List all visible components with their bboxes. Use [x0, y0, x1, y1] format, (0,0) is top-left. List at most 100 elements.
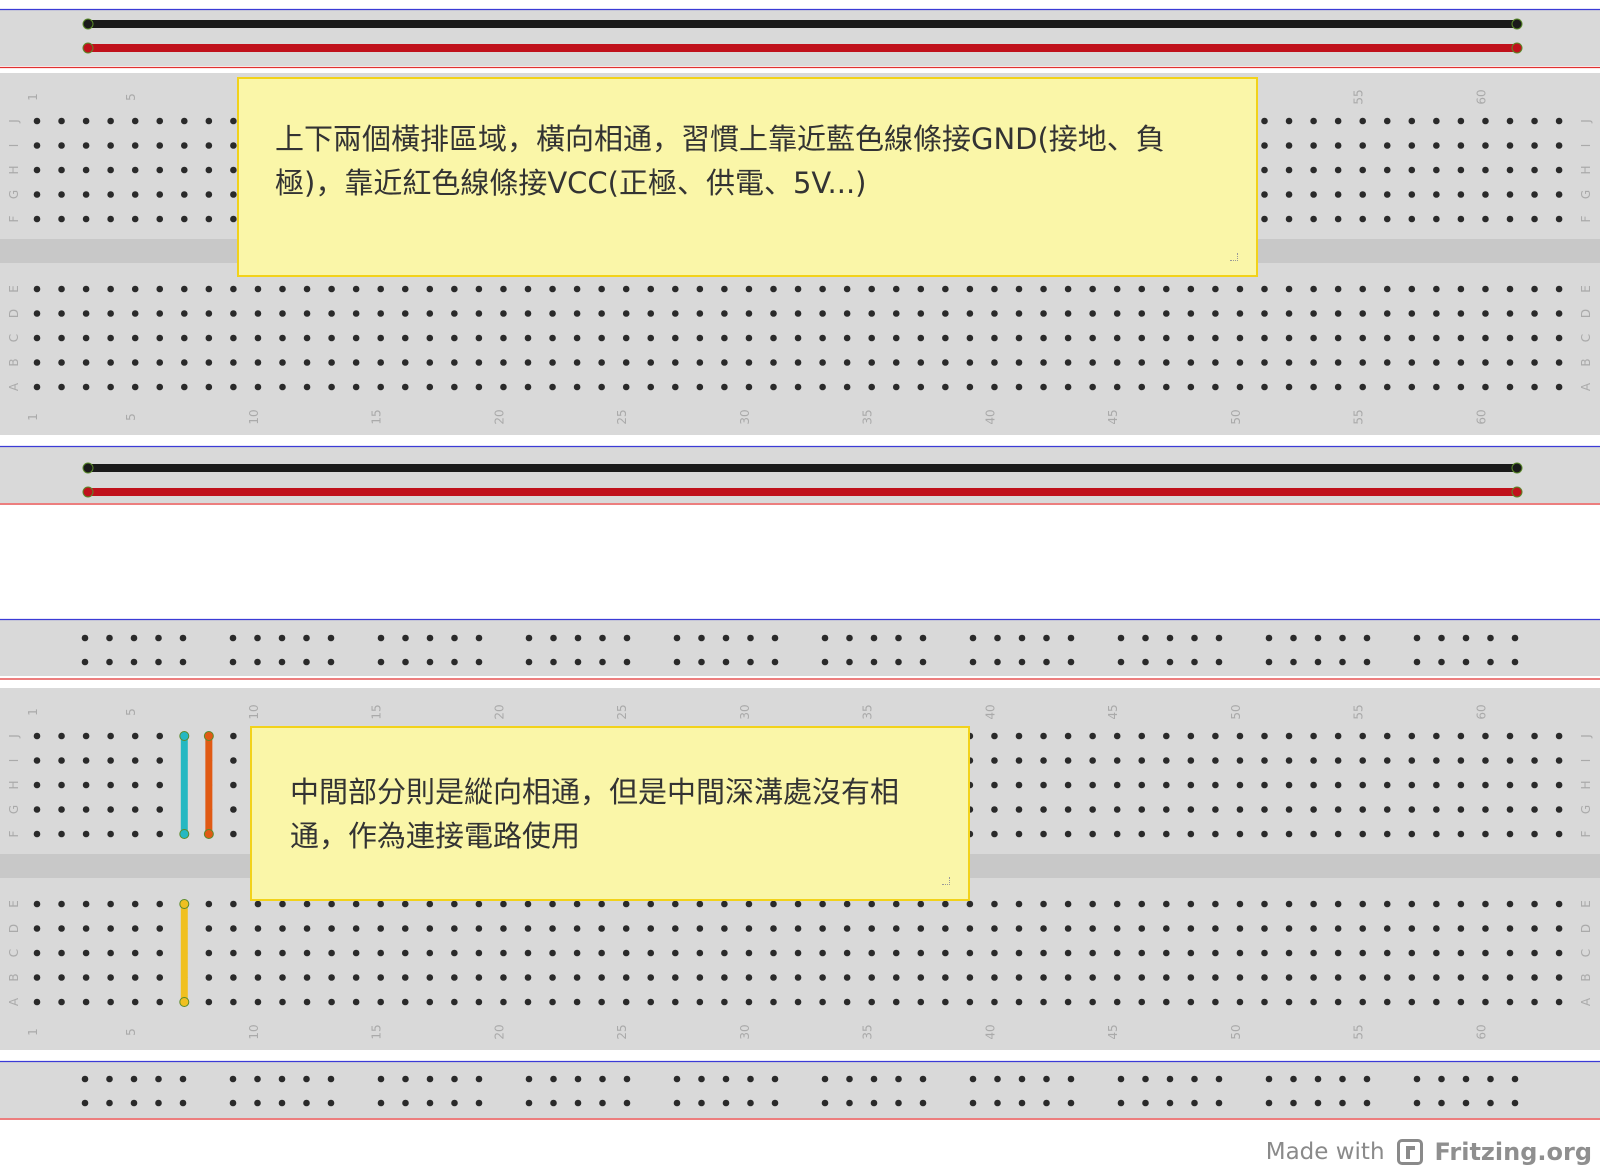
hole [1285, 974, 1293, 981]
hole [1531, 925, 1538, 932]
hole [1089, 900, 1096, 908]
hole [573, 285, 581, 293]
row-letter-label: D [7, 924, 21, 933]
hole [1187, 359, 1195, 366]
hole [549, 998, 556, 1006]
wire-red-top-end [1511, 42, 1523, 54]
hole [1138, 383, 1146, 391]
hole [58, 900, 65, 908]
hole [524, 285, 532, 293]
hole [107, 732, 114, 740]
rail-hole [303, 1099, 310, 1107]
hole [377, 334, 385, 342]
resize-grip-icon[interactable] [942, 877, 950, 885]
hole [1212, 998, 1219, 1006]
rail-hole [278, 634, 286, 642]
rail-hole [1339, 1075, 1346, 1083]
hole [1236, 732, 1244, 740]
hole [942, 900, 949, 908]
hole [230, 732, 237, 740]
hole [33, 166, 41, 174]
hole [181, 166, 188, 174]
fritzing-brand[interactable]: Fritzing.org [1435, 1138, 1592, 1166]
hole [500, 998, 507, 1006]
rail-hole [1413, 1099, 1421, 1107]
resize-grip-icon[interactable] [1230, 253, 1238, 261]
hole [1482, 949, 1489, 957]
row-letter-label: F [7, 215, 21, 222]
hole [573, 900, 581, 908]
rail-hole [1314, 1075, 1322, 1083]
rail-hole [130, 634, 138, 642]
hole [1457, 215, 1465, 223]
hole [1236, 285, 1244, 293]
hole [131, 117, 139, 125]
rail-hole [1487, 634, 1494, 642]
rail-hole [895, 1075, 902, 1083]
hole [1064, 757, 1072, 764]
hole [1359, 781, 1366, 789]
hole [1506, 974, 1514, 981]
hole [892, 974, 900, 981]
rail-hole [550, 634, 557, 642]
hole [868, 925, 875, 932]
hole [205, 215, 213, 223]
rail-hole [722, 658, 730, 666]
hole [33, 949, 41, 957]
hole [401, 334, 409, 342]
rail-hole [1018, 634, 1026, 642]
hole [524, 359, 532, 366]
hole [1089, 310, 1096, 317]
note-horizontal-rails[interactable]: 上下兩個橫排區域，橫向相通，習慣上靠近藍色線條接GND(接地、負極)，靠近紅色線… [237, 77, 1258, 277]
hole [1138, 925, 1146, 932]
hole [1310, 732, 1317, 740]
rail-hole [1339, 1099, 1346, 1107]
hole [1433, 142, 1440, 149]
rail-hole [599, 658, 606, 666]
hole [254, 310, 262, 317]
row-letter-label: B [7, 358, 21, 366]
rail-hole [426, 658, 434, 666]
hole [647, 383, 655, 391]
hole [917, 383, 925, 391]
hole [1482, 900, 1489, 908]
hole [942, 285, 949, 293]
hole [1310, 949, 1317, 957]
hole [1138, 285, 1146, 293]
hole [1212, 310, 1219, 317]
hole [205, 949, 213, 957]
hole [1383, 732, 1391, 740]
hole [1334, 215, 1342, 223]
hole [672, 925, 679, 932]
rail-hole [994, 1099, 1001, 1107]
made-with-footer: Made with Fritzing.org [1266, 1138, 1592, 1166]
hole [254, 383, 262, 391]
hole [475, 974, 483, 981]
hole [58, 732, 65, 740]
hole [770, 949, 777, 957]
rail-hole [698, 1099, 705, 1107]
power-rail-strip [0, 1062, 1600, 1118]
hole [328, 359, 335, 366]
hole [966, 900, 974, 908]
rail-hole [81, 1075, 89, 1083]
hole [598, 359, 605, 366]
hole [1457, 781, 1465, 789]
row-letter-label: C [7, 949, 21, 957]
rail-hole [771, 1075, 779, 1083]
hole [1212, 285, 1219, 293]
hole [82, 359, 90, 366]
hole [426, 310, 434, 317]
note-vertical-columns[interactable]: 中間部分則是縱向相通，但是中間深溝處沒有相通，作為連接電路使用 [250, 726, 970, 901]
hole [1457, 334, 1465, 342]
row-letter-label: H [7, 780, 21, 789]
hole [1506, 166, 1514, 174]
hole [622, 359, 630, 366]
hole [721, 925, 728, 932]
hole [892, 383, 900, 391]
hole [1089, 732, 1096, 740]
rail-hole [254, 658, 261, 666]
hole [1015, 757, 1023, 764]
rail-hole [155, 658, 162, 666]
hole [1433, 285, 1440, 293]
